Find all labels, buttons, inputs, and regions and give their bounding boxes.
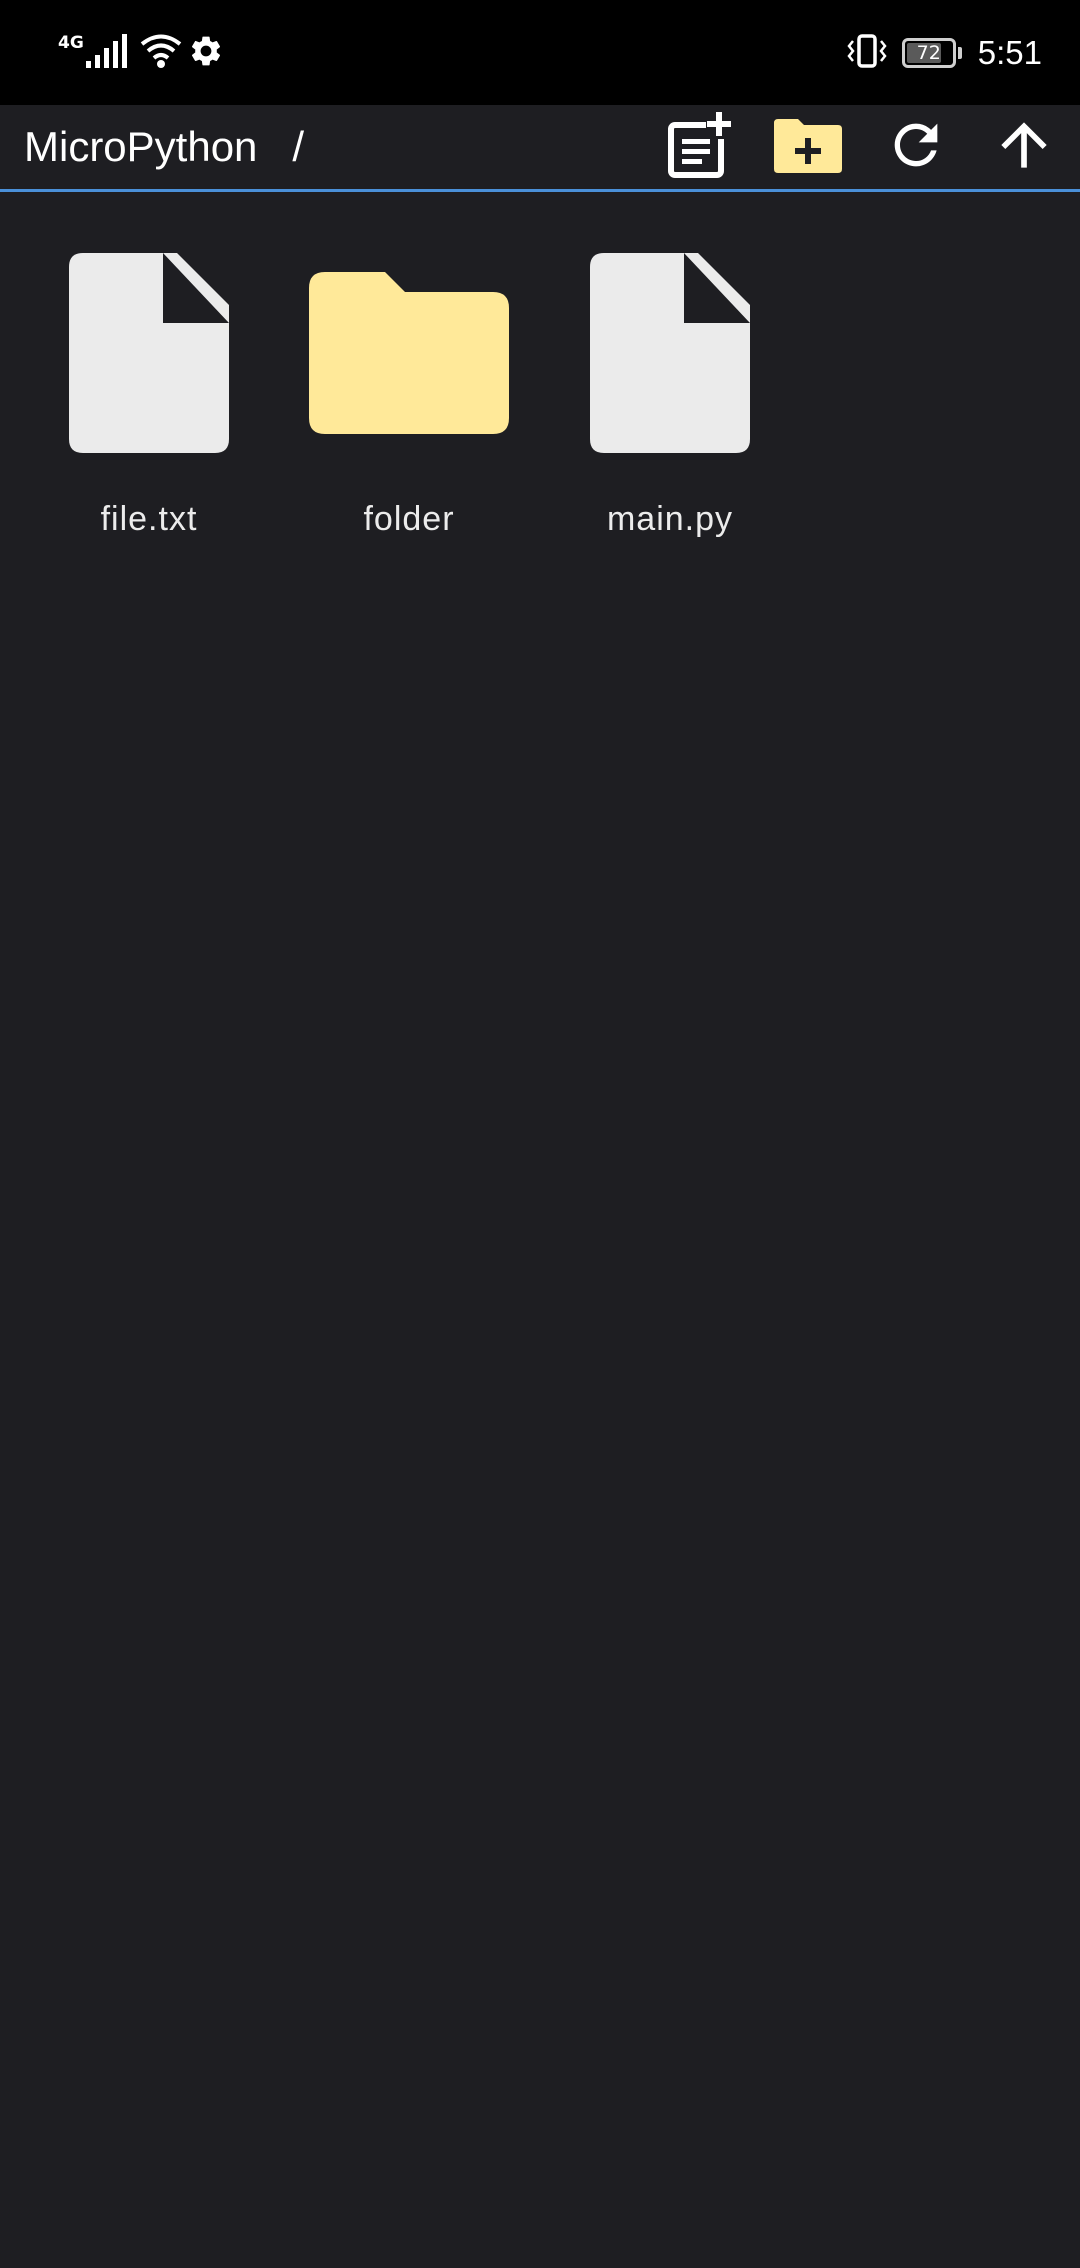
folder-icon [294,228,524,478]
battery-tip [957,47,962,59]
new-folder-button[interactable] [768,107,848,187]
file-icon [555,228,785,478]
note-add-icon [664,109,736,186]
battery-level-label: 72 [916,42,941,64]
current-path-title: MicroPython / [24,123,305,170]
refresh-icon [884,113,948,182]
network-type-label: 4G [58,33,84,53]
app-bar: MicroPython / [0,105,1080,192]
refresh-button[interactable] [876,107,956,187]
file-icon [34,228,264,478]
status-left-group: 4G [58,30,224,76]
toolbar [632,105,1080,189]
file-item-folder[interactable]: folder [294,228,524,548]
up-button[interactable] [984,107,1064,187]
vibrate-icon [846,33,888,73]
file-name-label: main.py [606,500,734,538]
signal-icon [85,33,128,74]
file-item-file-txt[interactable]: file.txt [34,228,264,548]
settings-gear-icon [188,33,224,74]
file-item-main-py[interactable]: main.py [555,228,785,548]
wifi-icon [140,33,182,74]
file-name-label: file.txt [100,500,198,538]
new-file-button[interactable] [660,107,740,187]
status-clock: 5:51 [977,34,1042,71]
battery-icon: 72 [901,38,956,68]
arrow-up-icon [990,111,1058,184]
status-right-group: 72 5:51 [846,28,1042,78]
create-new-folder-icon [772,115,844,180]
folder-name-label: folder [363,500,455,538]
status-bar: 4G 72 5:51 [0,0,1080,105]
